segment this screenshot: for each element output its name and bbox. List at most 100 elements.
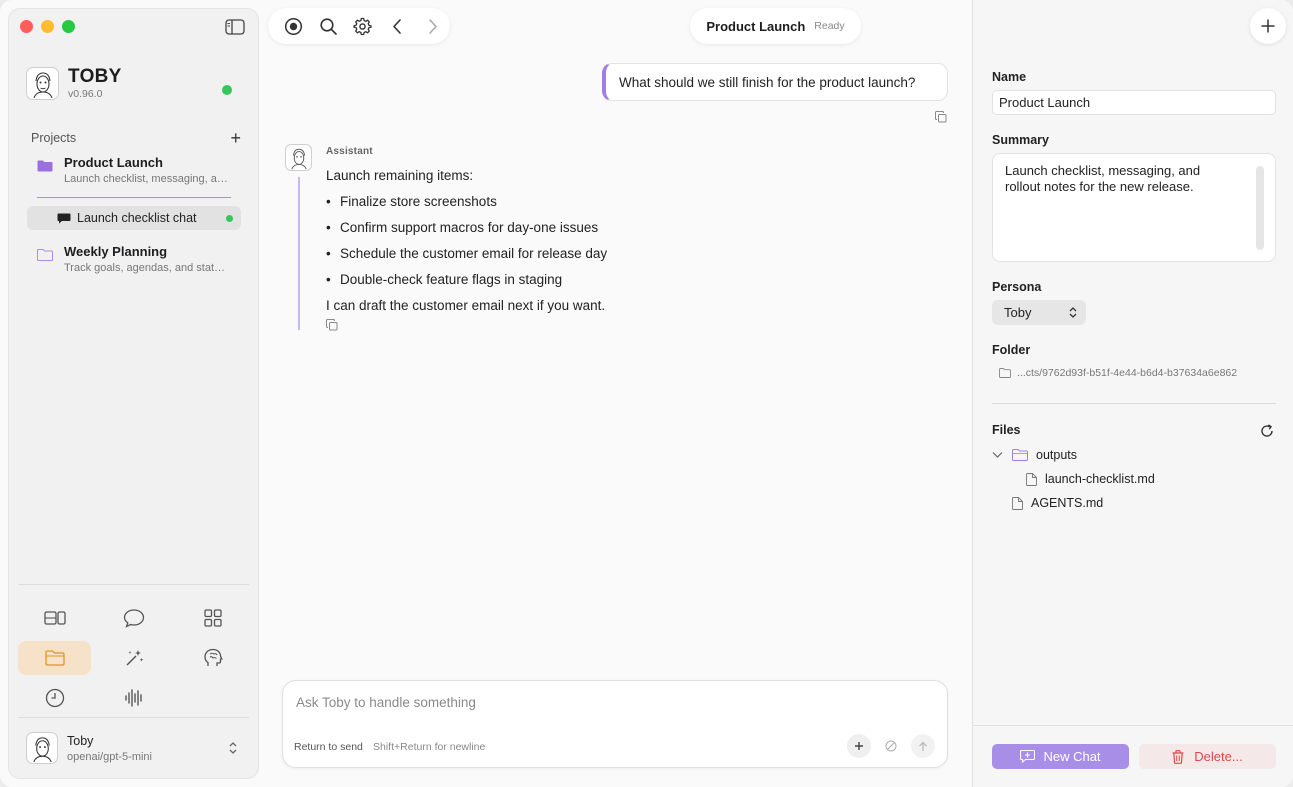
settings-button[interactable] <box>346 11 381 41</box>
folder-icon <box>1012 449 1028 461</box>
app-version: v0.96.0 <box>68 88 103 100</box>
message-input[interactable] <box>296 691 916 713</box>
copy-icon[interactable] <box>935 111 947 123</box>
document-icon <box>1012 496 1023 510</box>
new-chat-label: New Chat <box>1043 749 1101 764</box>
delete-label: Delete... <box>1194 749 1243 764</box>
project-details-panel: Name Summary Launch checklist, messaging… <box>972 0 1293 787</box>
persona-select[interactable]: Toby <box>992 300 1086 325</box>
file-tree-folder-outputs[interactable]: outputs <box>992 448 1077 462</box>
search-button[interactable] <box>311 11 346 41</box>
chevron-left-icon <box>393 18 402 34</box>
add-project-button[interactable]: + <box>230 129 241 147</box>
send-button[interactable] <box>911 734 935 758</box>
assistant-intro: Launch remaining items: <box>326 168 474 183</box>
new-chat-icon <box>1020 750 1036 763</box>
cancel-button[interactable] <box>879 734 903 758</box>
back-button[interactable] <box>380 11 415 41</box>
persona-switcher[interactable]: Toby openai/gpt-5-mini <box>26 727 242 769</box>
sidebar-toggle-icon[interactable] <box>225 19 245 35</box>
delete-project-button[interactable]: Delete... <box>1139 744 1276 769</box>
grid-icon <box>203 609 222 627</box>
list-item: Finalize store screenshots <box>326 189 607 215</box>
assistant-list: Finalize store screenshots Confirm suppo… <box>326 189 607 293</box>
assistant-message-rail <box>298 177 300 330</box>
list-item: Double-check feature flags in staging <box>326 267 607 293</box>
file-tree-item[interactable]: AGENTS.md <box>1012 496 1103 510</box>
folder-path: ...cts/9762d93f-b51f-4e44-b6d4-b37634a6e… <box>1017 367 1238 379</box>
model-name: openai/gpt-5-mini <box>67 750 152 763</box>
projects-header: Projects + <box>31 129 241 147</box>
user-message: What should we still finish for the prod… <box>602 63 948 101</box>
sidebar: TOBY v0.96.0 Projects + Product Launch L… <box>8 8 259 779</box>
details-divider <box>992 403 1276 404</box>
send-hint: Return to send <box>294 741 363 753</box>
minimize-window-button[interactable] <box>41 20 54 33</box>
file-tree-label: outputs <box>1036 448 1078 462</box>
clock-icon <box>45 688 64 708</box>
nav-layout-button[interactable] <box>18 601 91 635</box>
summary-label: Summary <box>992 133 1049 147</box>
projects-title: Projects <box>31 131 77 145</box>
chat-title: Product Launch <box>706 18 806 34</box>
forward-button[interactable] <box>415 11 450 41</box>
project-name-field[interactable] <box>992 90 1276 115</box>
folder-icon <box>999 368 1011 378</box>
assistant-outro: I can draft the customer email next if y… <box>326 298 606 313</box>
file-tree-item[interactable]: launch-checklist.md <box>1026 472 1155 486</box>
document-icon <box>1026 472 1037 486</box>
add-button[interactable] <box>1250 8 1286 44</box>
folder-icon <box>37 249 53 261</box>
window-controls <box>20 20 75 33</box>
layout-icon <box>43 611 66 625</box>
trash-icon <box>1172 749 1184 764</box>
nav-chat-button[interactable] <box>97 601 170 635</box>
nav-projects-button[interactable] <box>18 641 91 675</box>
zoom-window-button[interactable] <box>62 20 75 33</box>
assistant-message: Launch remaining items: Finalize store s… <box>326 163 607 319</box>
search-icon <box>320 17 337 35</box>
file-tree-label: AGENTS.md <box>1031 496 1104 510</box>
record-icon <box>284 17 302 35</box>
files-label: Files <box>992 423 1021 437</box>
new-chat-button[interactable]: New Chat <box>992 744 1129 769</box>
nav-memory-button[interactable] <box>176 641 249 675</box>
project-subtitle: Track goals, agendas, and status updates… <box>64 262 229 274</box>
assistant-label: Assistant <box>326 146 373 157</box>
folder-path-row[interactable]: ...cts/9762d93f-b51f-4e44-b6d4-b37634a6e… <box>999 367 1237 379</box>
refresh-icon[interactable] <box>1260 424 1274 438</box>
brand: TOBY v0.96.0 <box>26 67 122 100</box>
copy-icon[interactable] <box>326 319 338 331</box>
app-name: TOBY <box>68 66 122 87</box>
cancel-icon <box>885 740 897 752</box>
composer: Return to send Shift+Return for newline <box>282 680 948 768</box>
persona-select-value: Toby <box>1004 305 1032 320</box>
magic-wand-icon <box>125 650 143 666</box>
nav-grid-button[interactable] <box>176 601 249 635</box>
assistant-avatar <box>285 144 312 171</box>
summary-scrollbar[interactable] <box>1256 166 1264 250</box>
summary-field[interactable]: Launch checklist, messaging, and rollout… <box>992 153 1276 262</box>
name-label: Name <box>992 70 1027 84</box>
chat-active-dot <box>226 215 233 222</box>
chevron-up-down-icon <box>1069 307 1077 318</box>
close-window-button[interactable] <box>20 20 33 33</box>
nav-voice-button[interactable] <box>97 681 170 715</box>
newline-hint: Shift+Return for newline <box>373 741 486 753</box>
chat-item-launch-checklist[interactable]: Launch checklist chat <box>27 206 241 230</box>
main-toolbar <box>268 8 450 44</box>
nav-magic-button[interactable] <box>97 641 170 675</box>
actions-divider <box>973 725 1293 726</box>
record-button[interactable] <box>276 11 311 41</box>
chevron-right-icon <box>429 18 437 34</box>
chat-item-label: Launch checklist chat <box>77 211 197 225</box>
project-selected-indicator <box>37 197 231 198</box>
project-subtitle: Launch checklist, messaging, and rollout… <box>64 173 229 185</box>
folder-icon <box>44 650 65 666</box>
nav-history-button[interactable] <box>18 681 91 715</box>
chat-status: Ready <box>814 20 845 32</box>
attach-button[interactable] <box>847 734 871 758</box>
folder-icon <box>37 160 53 172</box>
plus-icon <box>1261 19 1275 33</box>
gear-icon <box>353 17 373 35</box>
